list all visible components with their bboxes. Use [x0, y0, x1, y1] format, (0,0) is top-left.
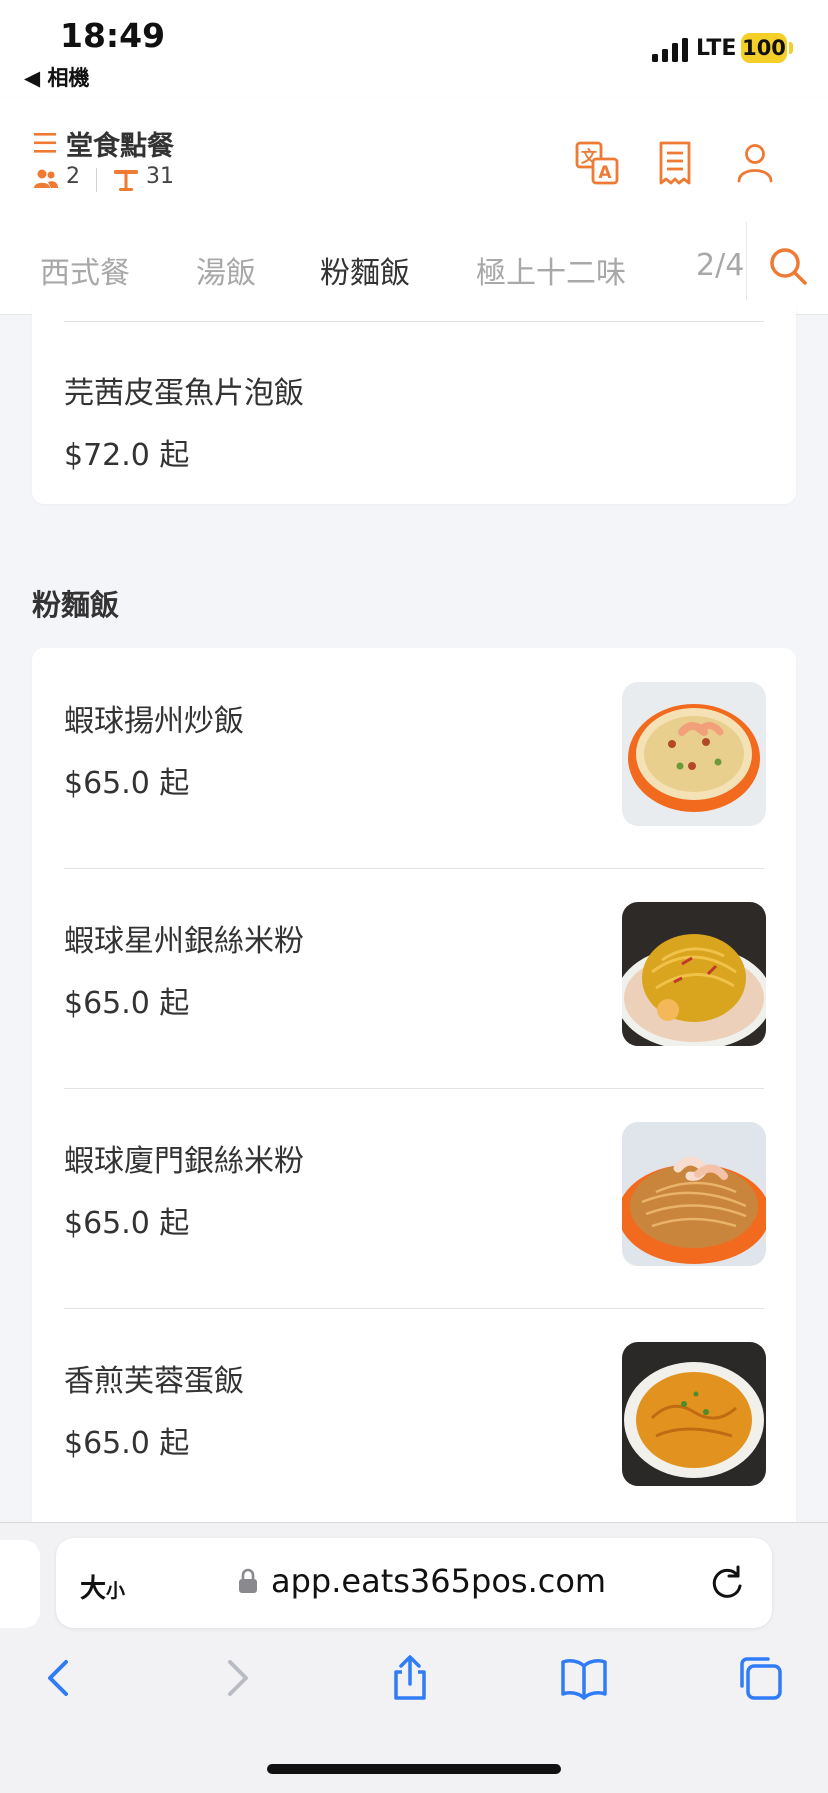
- table-icon: [114, 170, 138, 191]
- singapore-noodles-photo[interactable]: [622, 902, 766, 1046]
- translate-icon[interactable]: 文 A: [574, 140, 620, 186]
- user-icon[interactable]: [732, 140, 778, 186]
- lock-icon: [239, 1568, 257, 1593]
- menu-item-price: $65.0 起: [64, 1206, 190, 1241]
- share-icon[interactable]: [386, 1654, 434, 1702]
- tab-soup-rice[interactable]: 湯飯: [196, 248, 256, 292]
- battery-indicator: 100: [741, 33, 787, 63]
- bookmarks-icon[interactable]: [560, 1654, 608, 1702]
- menu-item-name[interactable]: 蝦球星州銀絲米粉: [64, 916, 304, 960]
- status-time: 18:49: [60, 16, 166, 55]
- previous-tab-preview[interactable]: [0, 1540, 40, 1628]
- back-to-camera-link[interactable]: ◀ 相機: [24, 62, 89, 92]
- menu-item-price: $65.0 起: [64, 986, 190, 1021]
- text-size-small: 小: [106, 1580, 126, 1602]
- url-text[interactable]: app.eats365pos.com: [271, 1562, 606, 1600]
- section-title: 粉麵飯: [32, 588, 120, 622]
- menu-icon[interactable]: [34, 132, 58, 154]
- item-divider: [64, 1308, 764, 1309]
- tab-noodles-rice[interactable]: 粉麵飯: [320, 248, 410, 292]
- menu-item-name[interactable]: 蝦球揚州炒飯: [64, 696, 244, 740]
- page-title: 堂食點餐: [66, 131, 174, 162]
- menu-item-price: $65.0 起: [64, 1426, 190, 1461]
- people-icon: [34, 169, 58, 188]
- back-arrow-icon[interactable]: [36, 1654, 84, 1702]
- item-divider: [64, 321, 764, 322]
- network-type: LTE: [696, 36, 737, 61]
- egg-foo-young-rice-photo[interactable]: [622, 1342, 766, 1486]
- header-separator: [96, 168, 97, 192]
- menu-item-price: $65.0 起: [64, 766, 190, 801]
- svg-text:A: A: [598, 163, 612, 183]
- menu-item-price: $72.0 起: [64, 438, 190, 473]
- tab-twelve-flavors[interactable]: 極上十二味: [476, 248, 626, 292]
- menu-item-name[interactable]: 蝦球廈門銀絲米粉: [64, 1136, 304, 1180]
- signal-icon: [652, 38, 688, 62]
- reload-icon[interactable]: [708, 1564, 746, 1602]
- guest-count: 2: [66, 164, 80, 189]
- battery-tip: [789, 42, 793, 54]
- search-icon[interactable]: [768, 246, 808, 288]
- table-number: 31: [146, 164, 174, 189]
- menu-item-name[interactable]: 芫茜皮蛋魚片泡飯: [64, 368, 304, 412]
- tabs-icon[interactable]: [736, 1654, 784, 1702]
- yangzhou-fried-rice-photo[interactable]: [622, 682, 766, 826]
- forward-arrow-icon[interactable]: [212, 1654, 260, 1702]
- item-divider: [64, 1088, 764, 1089]
- receipt-icon[interactable]: [652, 140, 698, 186]
- item-divider: [64, 868, 764, 869]
- text-size-large: 大: [80, 1574, 107, 1604]
- xiamen-noodles-photo[interactable]: [622, 1122, 766, 1266]
- menu-item-name[interactable]: 香煎芙蓉蛋飯: [64, 1356, 244, 1400]
- text-size-button[interactable]: 大小: [80, 1568, 125, 1605]
- home-indicator: [267, 1764, 561, 1774]
- tab-more[interactable]: 2/4: [696, 248, 744, 283]
- tab-western[interactable]: 西式餐: [40, 248, 130, 292]
